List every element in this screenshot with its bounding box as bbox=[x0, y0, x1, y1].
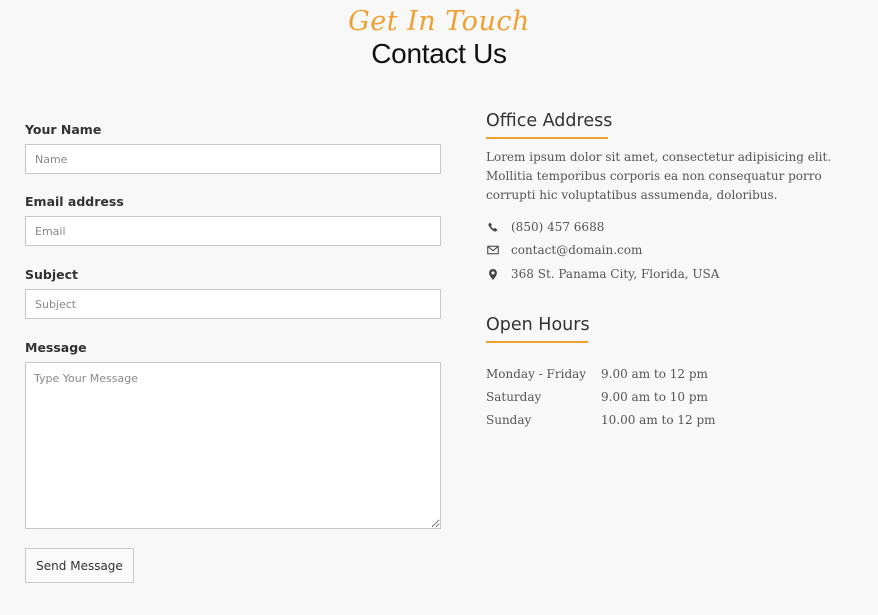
office-address-underline bbox=[486, 137, 608, 139]
email-link[interactable]: contact@domain.com bbox=[511, 243, 642, 257]
phone-text: (850) 457 6688 bbox=[511, 220, 605, 234]
address-row: 368 St. Panama City, Florida, USA bbox=[486, 265, 719, 283]
name-label: Your Name bbox=[25, 122, 102, 137]
subject-label: Subject bbox=[25, 267, 78, 282]
hours-time: 9.00 am to 10 pm bbox=[601, 390, 708, 404]
hours-day: Monday - Friday bbox=[486, 367, 587, 381]
message-textarea[interactable] bbox=[25, 362, 441, 529]
send-message-button[interactable]: Send Message bbox=[25, 548, 134, 583]
open-hours-title: Open Hours bbox=[486, 315, 590, 335]
hours-day: Sunday bbox=[486, 413, 532, 427]
phone-row: (850) 457 6688 bbox=[486, 218, 604, 236]
hours-time: 9.00 am to 12 pm bbox=[601, 367, 708, 381]
email-label: Email address bbox=[25, 194, 124, 209]
email-row: contact@domain.com bbox=[486, 241, 642, 259]
map-marker-icon bbox=[486, 267, 500, 281]
page-title: Contact Us bbox=[371, 38, 507, 69]
subject-input[interactable] bbox=[25, 289, 441, 319]
tagline: Get In Touch bbox=[348, 6, 530, 37]
phone-icon bbox=[486, 220, 500, 234]
email-input[interactable] bbox=[25, 216, 441, 246]
office-description: Lorem ipsum dolor sit amet, consectetur … bbox=[486, 150, 832, 202]
hours-day: Saturday bbox=[486, 390, 542, 404]
envelope-icon bbox=[486, 243, 500, 257]
office-address-title: Office Address bbox=[486, 111, 613, 131]
open-hours-underline bbox=[486, 341, 588, 343]
hours-time: 10.00 am to 12 pm bbox=[601, 413, 716, 427]
address-text: 368 St. Panama City, Florida, USA bbox=[511, 267, 720, 281]
message-label: Message bbox=[25, 340, 87, 355]
name-input[interactable] bbox=[25, 144, 441, 174]
